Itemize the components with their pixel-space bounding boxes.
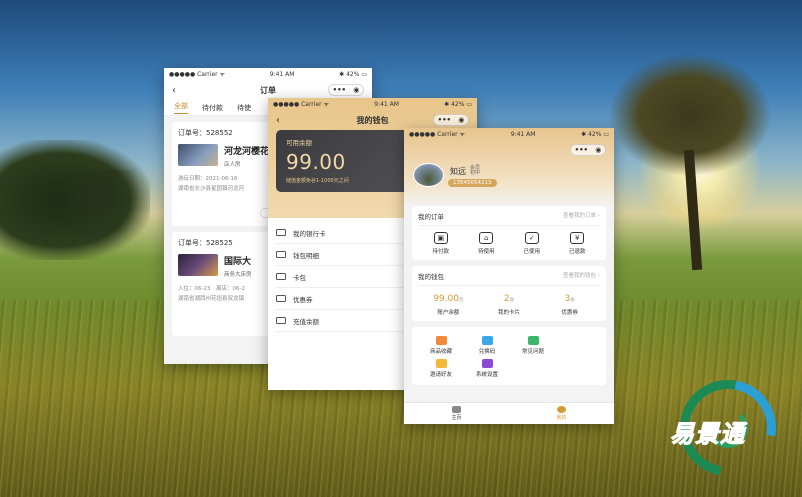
- mini-program-capsule[interactable]: ••• ◉: [433, 114, 469, 126]
- wallet-balance[interactable]: 99.00元 账户余额: [423, 294, 473, 316]
- tool-settings[interactable]: 系统设置: [464, 359, 510, 378]
- order-status-used[interactable]: ✓ 已使用: [514, 232, 550, 255]
- section-title: 我的订单: [418, 213, 444, 221]
- hotel-name: 国际大: [224, 257, 252, 267]
- tools-section: 商品收藏 兑换码 常见问题 邀请好友 系统设置: [412, 327, 606, 385]
- tool-exchange-code[interactable]: 兑换码: [464, 336, 510, 355]
- exchange-icon: [481, 336, 493, 345]
- brand-logo: 易景通: [661, 361, 795, 495]
- section-title: 我的钱包: [418, 273, 444, 281]
- order-status-to-use[interactable]: ⌂ 待使用: [468, 232, 504, 255]
- status-bar: ●●●●● Carrier ᯤ 9:41 AM ✱ 42% ▭: [273, 100, 472, 109]
- room-type: 商务大床房: [224, 272, 252, 278]
- hotel-thumbnail: [178, 254, 218, 276]
- wallet-coupons[interactable]: 3张 优惠券: [545, 294, 595, 316]
- user-icon: [557, 406, 566, 413]
- user-name: 知远 会员 初中: [450, 166, 484, 177]
- yen-icon: ¥: [570, 232, 585, 244]
- nav-bar: ‹ 我的钱包 ••• ◉: [268, 110, 477, 130]
- more-icon[interactable]: •••: [333, 86, 346, 94]
- wallet-cards[interactable]: 2张 我的卡片: [484, 294, 534, 316]
- back-icon[interactable]: ‹: [172, 85, 176, 96]
- nav-bar: ‹ 订单 ••• ◉: [164, 80, 372, 100]
- profile-header: ●●●●● Carrier ᯤ 9:41 AM ✱ 42% ▭ ••• ◉ 知远会…: [404, 128, 614, 206]
- settings-icon: [481, 359, 493, 368]
- ticket-icon: ⌂: [479, 232, 494, 244]
- wallet-icon: ▣: [433, 232, 448, 244]
- favorite-icon: [435, 336, 447, 345]
- hotel-name: 河龙河樱花: [224, 147, 270, 157]
- tool-invite[interactable]: 邀请好友: [418, 359, 464, 378]
- mini-program-capsule[interactable]: ••• ◉: [328, 84, 364, 96]
- status-bar: ●●●●● Carrier ᯤ 9:41 AM ✱ 42% ▭: [164, 68, 372, 80]
- close-icon[interactable]: ◉: [458, 116, 464, 124]
- message-icon: [527, 336, 539, 345]
- view-all-orders-link[interactable]: 查看我的订单 ›: [563, 211, 600, 221]
- profile-screen: ●●●●● Carrier ᯤ 9:41 AM ✱ 42% ▭ ••• ◉ 知远会…: [404, 128, 614, 424]
- page-title: 订单: [260, 85, 276, 95]
- order-status-pending-pay[interactable]: ▣ 待付款: [423, 232, 459, 255]
- card-pack-icon: [276, 273, 286, 280]
- nav-bar: ••• ◉: [404, 140, 614, 160]
- bottom-tab-bar: 主页 我的: [404, 402, 614, 424]
- tab-mine[interactable]: 我的: [509, 403, 614, 424]
- tool-faq[interactable]: 常见问题: [510, 336, 556, 355]
- check-icon: ✓: [524, 232, 539, 244]
- card-icon: [276, 229, 286, 236]
- more-icon[interactable]: •••: [575, 146, 588, 154]
- avatar[interactable]: [413, 163, 444, 187]
- close-icon[interactable]: ◉: [353, 86, 359, 94]
- order-status-refunded[interactable]: ¥ 已退款: [559, 232, 595, 255]
- my-orders-section: 我的订单 查看我的订单 › ▣ 待付款 ⌂ 待使用 ✓ 已使用 ¥ 已退款: [412, 206, 606, 260]
- palm-trees: [60, 170, 140, 250]
- recharge-icon: [276, 317, 286, 324]
- tab-to-use[interactable]: 待使: [237, 103, 251, 113]
- home-icon: [452, 406, 461, 413]
- mini-program-capsule[interactable]: ••• ◉: [570, 144, 606, 156]
- hotel-thumbnail: [178, 144, 218, 166]
- logo-text: 易景通: [670, 420, 745, 449]
- status-bar: ●●●●● Carrier ᯤ 9:41 AM ✱ 42% ▭: [409, 130, 609, 139]
- my-wallet-section: 我的钱包 查看我的钱包 › 99.00元 账户余额 2张 我的卡片 3张 优惠券: [412, 266, 606, 321]
- tool-favorites[interactable]: 商品收藏: [418, 336, 464, 355]
- user-phone: 13545654213: [448, 179, 497, 187]
- close-icon[interactable]: ◉: [595, 146, 601, 154]
- coupon-icon: [276, 295, 286, 302]
- tab-home[interactable]: 主页: [404, 403, 509, 424]
- more-icon[interactable]: •••: [438, 116, 451, 124]
- tab-pending-pay[interactable]: 待付款: [202, 103, 223, 113]
- invite-icon: [435, 359, 447, 368]
- page-title: 我的钱包: [356, 115, 389, 125]
- room-type: 店人房: [224, 162, 241, 168]
- tab-all[interactable]: 全部: [174, 101, 188, 114]
- list-icon: [276, 251, 286, 258]
- member-tag: 会员 初中: [470, 165, 481, 176]
- view-wallet-link[interactable]: 查看我的钱包 ›: [563, 271, 600, 281]
- back-icon[interactable]: ‹: [276, 115, 280, 126]
